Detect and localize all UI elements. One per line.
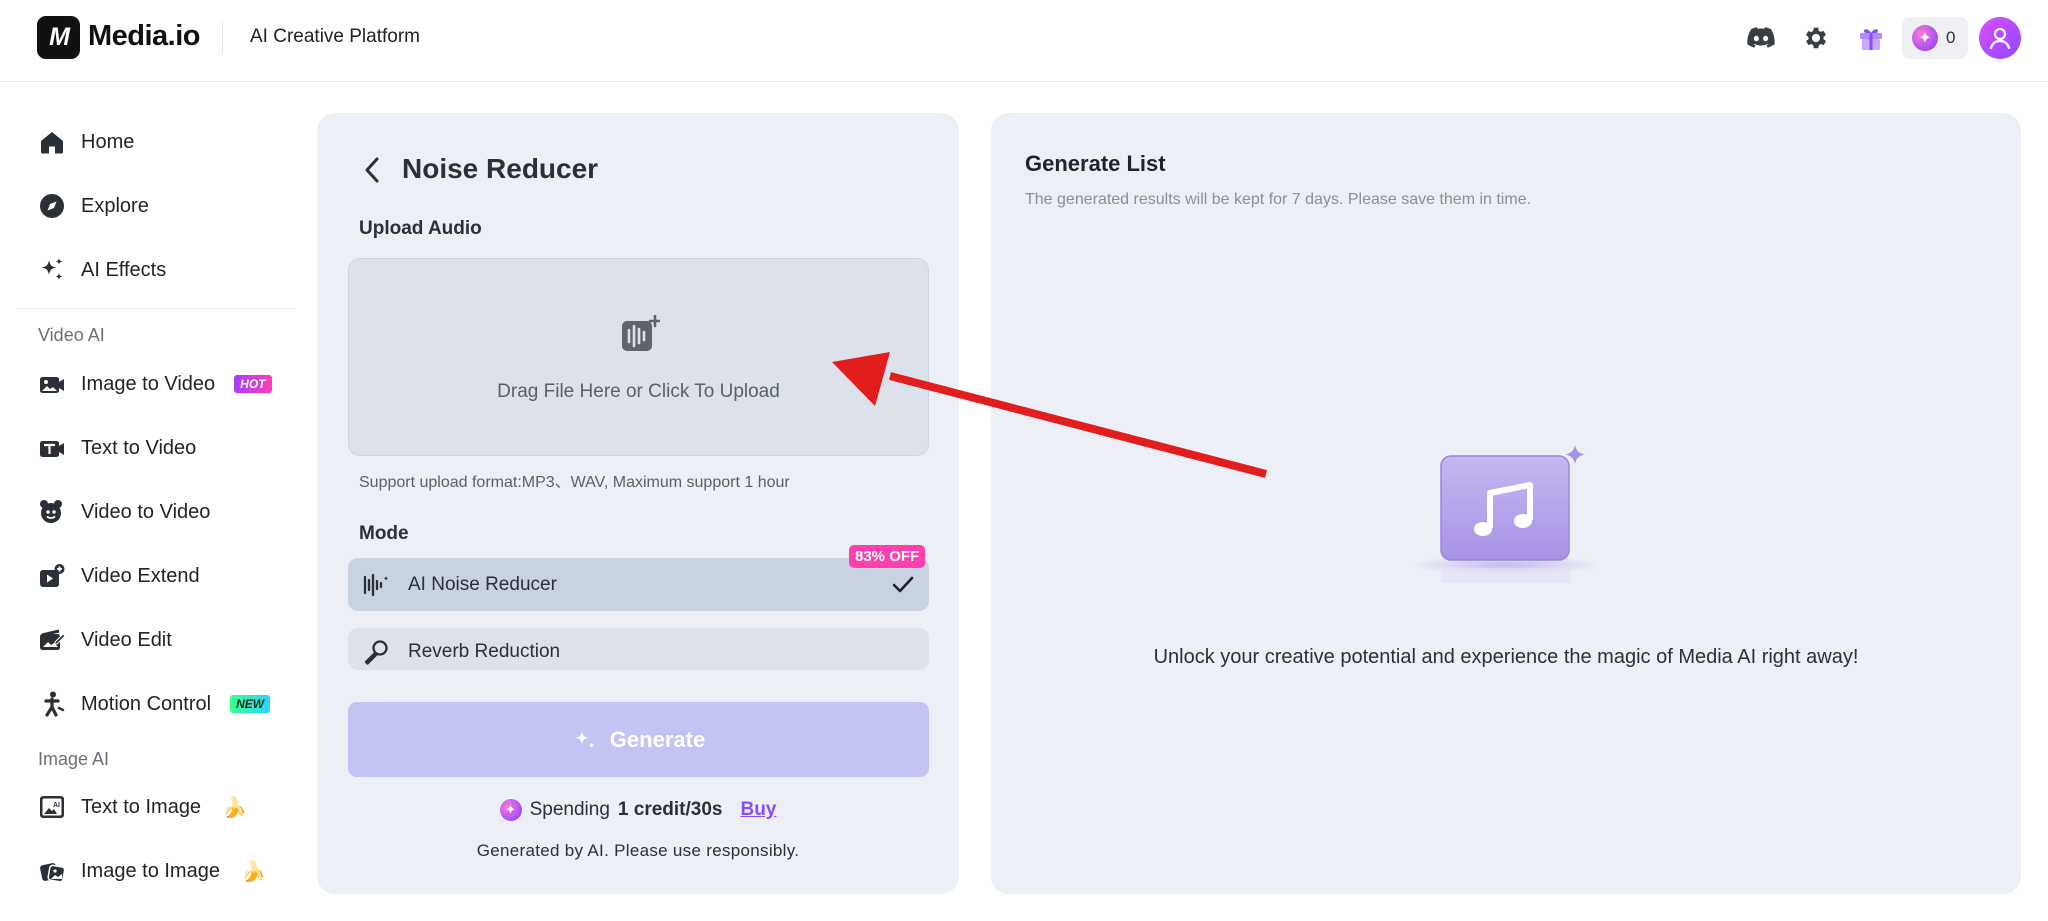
compass-icon — [40, 194, 64, 218]
back-button[interactable] — [358, 153, 386, 187]
sidebar-item-explore[interactable]: Explore — [38, 186, 149, 226]
home-icon — [41, 132, 63, 154]
sidebar-item-video-extend[interactable]: Video Extend — [38, 556, 200, 596]
noise-reducer-panel: Noise Reducer Upload Audio Drag File Her… — [317, 113, 959, 894]
sidebar-item-label: Image to Video — [81, 372, 216, 395]
mode-label-text: Reverb Reduction — [408, 641, 561, 662]
video-video-icon — [40, 500, 62, 523]
waveform-sparkle-icon — [363, 573, 389, 596]
spending-prefix: Spending — [529, 799, 610, 820]
generate-list-title: Generate List — [1025, 151, 1166, 176]
sparkles-icon — [41, 258, 63, 280]
sidebar-item-text-to-image[interactable]: AI Text to Image 🍌 — [38, 787, 247, 827]
discount-badge: 83% OFF — [849, 545, 926, 568]
checkmark-icon — [892, 576, 914, 592]
header-divider — [222, 22, 223, 54]
spending-info: ✦ Spending 1 credit/30s Buy — [317, 799, 959, 821]
sidebar-item-video-edit[interactable]: Video Edit — [38, 620, 172, 660]
mode-label-text: AI Noise Reducer — [408, 573, 557, 595]
sidebar-item-label: Image to Image — [81, 859, 220, 882]
generate-button[interactable]: Generate — [348, 702, 929, 777]
platform-label: AI Creative Platform — [250, 26, 420, 47]
sidebar-item-label: Text to Video — [81, 436, 197, 459]
credits-pill[interactable]: ✦ 0 — [1902, 17, 1968, 59]
generate-list-subtitle: The generated results will be kept for 7… — [1025, 191, 1532, 208]
text-video-icon — [40, 441, 64, 457]
avatar[interactable] — [1979, 17, 2021, 59]
sidebar-item-home[interactable]: Home — [38, 122, 134, 162]
top-header: M Media.io AI Creative Platform ✦ 0 — [0, 0, 2048, 82]
sidebar-item-label: Text to Image — [81, 795, 202, 818]
audio-upload-icon — [622, 315, 660, 351]
banana-emoji: 🍌 — [222, 796, 247, 819]
section-image-ai: Image AI — [38, 749, 110, 769]
sidebar-item-motion-control[interactable]: Motion Control NEW — [38, 684, 271, 724]
video-edit-icon — [40, 629, 66, 650]
sidebar-item-text-to-video[interactable]: Text to Video — [38, 428, 196, 468]
upload-prompt: Drag File Here or Click To Upload — [497, 381, 780, 402]
gift-icon[interactable] — [1855, 22, 1887, 54]
sidebar-item-label: Motion Control — [81, 692, 212, 715]
generate-list-panel: Generate List The generated results will… — [991, 113, 2021, 894]
new-badge: NEW — [230, 695, 271, 713]
sidebar-item-label: Explore — [81, 194, 149, 217]
mode-reverb-reduction[interactable]: Reverb Reduction — [348, 628, 929, 670]
buy-link[interactable]: Buy — [740, 799, 776, 821]
page-title: Noise Reducer — [402, 153, 599, 184]
svg-text:AI: AI — [53, 802, 60, 809]
motion-person-icon — [44, 691, 65, 717]
video-extend-icon — [40, 564, 65, 587]
sidebar-item-image-to-video[interactable]: Image to Video HOT — [38, 364, 272, 404]
discord-icon[interactable] — [1745, 22, 1777, 54]
sidebar-item-label: Video to Video — [81, 500, 211, 523]
credit-coin-icon: ✦ — [1912, 25, 1938, 51]
sidebar-divider — [16, 308, 295, 309]
settings-icon[interactable] — [1800, 22, 1832, 54]
image-video-icon — [40, 377, 64, 393]
banana-emoji: 🍌 — [240, 860, 266, 883]
sidebar-item-label: AI Effects — [81, 258, 167, 281]
sidebar-item-image-to-image[interactable]: Image to Image 🍌 — [38, 851, 266, 891]
sidebar-item-label: Home — [81, 130, 135, 153]
sparkles-icon — [574, 730, 595, 749]
chevron-left-icon — [365, 157, 379, 183]
hot-badge: HOT — [234, 375, 272, 393]
support-note: Support upload format:MP3、WAV, Maximum s… — [359, 474, 790, 491]
mode-ai-noise-reducer[interactable]: AI Noise Reducer — [348, 558, 929, 611]
ai-disclaimer: Generated by AI. Please use responsibly. — [476, 841, 800, 860]
sidebar: Home Explore AI Effects Video AI Image t… — [0, 82, 300, 921]
music-note-icon — [1411, 445, 1601, 583]
logo-text[interactable]: Media.io — [88, 20, 201, 53]
upload-audio-label: Upload Audio — [359, 218, 482, 239]
image-image-icon — [40, 863, 66, 883]
sidebar-item-label: Video Extend — [81, 564, 200, 587]
audio-upload-dropzone[interactable]: Drag File Here or Click To Upload — [348, 258, 929, 456]
generate-label: Generate — [609, 726, 706, 752]
sidebar-item-ai-effects[interactable]: AI Effects — [38, 250, 166, 290]
credit-count: 0 — [1946, 28, 1956, 47]
spending-amount: 1 credit/30s — [617, 799, 723, 820]
logo-mark[interactable]: M — [37, 16, 80, 59]
empty-state-message: Unlock your creative potential and exper… — [1153, 646, 1859, 668]
text-image-icon: AI — [40, 796, 64, 818]
mode-label: Mode — [359, 523, 409, 544]
sidebar-item-label: Video Edit — [81, 628, 172, 651]
sidebar-item-video-to-video[interactable]: Video to Video — [38, 492, 210, 532]
credit-coin-icon: ✦ — [499, 799, 522, 821]
section-video-ai: Video AI — [38, 325, 105, 345]
microphone-icon — [364, 640, 388, 665]
